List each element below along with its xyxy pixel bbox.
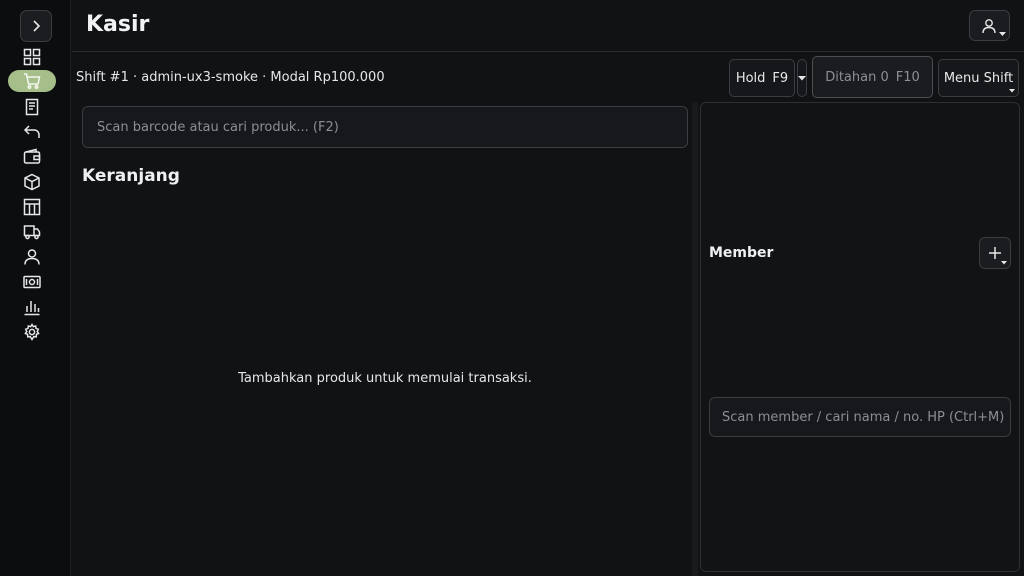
chevron-down-icon: [1001, 261, 1007, 265]
sidebar-item-retur[interactable]: [8, 121, 56, 143]
sidebar-item-laporan[interactable]: [8, 296, 56, 318]
chevron-down-icon: [999, 32, 1006, 36]
held-transactions-button[interactable]: Ditahan 0 F10: [812, 56, 933, 98]
user-icon: [981, 18, 996, 33]
pos-app: Kasir Shift #1 · admin-ux3-smoke · Modal…: [0, 0, 1024, 576]
product-search-input[interactable]: Scan barcode atau cari produk... (F2): [82, 106, 688, 148]
gear-icon: [24, 323, 40, 341]
sidebar-item-pengaturan[interactable]: [8, 321, 56, 343]
cash-icon: [23, 275, 41, 289]
sidebar-item-produk[interactable]: [8, 171, 56, 193]
sidebar: [0, 0, 71, 576]
dashboard-icon: [23, 48, 41, 66]
cart-icon: [24, 73, 41, 89]
held-label: Ditahan 0: [825, 69, 889, 85]
user-icon: [24, 249, 40, 265]
member-search-placeholder: Scan member / cari nama / no. HP (Ctrl+M…: [722, 409, 1005, 425]
wallet-icon: [23, 148, 41, 164]
sidebar-item-kasir[interactable]: [8, 70, 56, 92]
hold-button[interactable]: Hold F9: [729, 59, 795, 97]
shift-menu-label: Menu Shift: [943, 70, 1014, 86]
box-icon: [24, 173, 40, 191]
hold-dropdown-button[interactable]: [797, 59, 807, 97]
hold-shortcut: F9: [772, 70, 789, 86]
product-search-placeholder: Scan barcode atau cari produk... (F2): [97, 119, 339, 135]
member-title: Member: [709, 245, 774, 261]
sidebar-item-dashboard[interactable]: [8, 46, 56, 68]
chart-icon: [24, 301, 40, 316]
add-member-button[interactable]: [979, 237, 1011, 269]
receipt-icon: [25, 98, 39, 116]
page-title: Kasir: [86, 12, 150, 37]
user-menu-button[interactable]: [969, 10, 1010, 41]
sidebar-toggle-button[interactable]: [20, 10, 52, 42]
cart-title: Keranjang: [82, 166, 180, 186]
undo-icon: [23, 125, 40, 138]
chevron-down-icon: [1009, 89, 1015, 93]
truck-icon: [23, 225, 41, 240]
member-panel: Member Scan member / cari nama / no. HP …: [700, 102, 1020, 572]
held-shortcut: F10: [895, 69, 920, 85]
sidebar-item-tabel[interactable]: [8, 196, 56, 218]
panel-divider: [692, 102, 698, 576]
sidebar-item-pengiriman[interactable]: [8, 221, 56, 243]
sidebar-item-transaksi[interactable]: [8, 96, 56, 118]
shift-menu-button[interactable]: Menu Shift: [938, 59, 1019, 97]
member-search-input[interactable]: Scan member / cari nama / no. HP (Ctrl+M…: [709, 397, 1011, 437]
sidebar-item-pelanggan[interactable]: [8, 246, 56, 268]
chevron-down-icon: [798, 75, 806, 80]
plus-icon: [989, 247, 1001, 259]
hold-label: Hold: [735, 70, 766, 86]
sidebar-item-kas[interactable]: [8, 146, 56, 168]
table-icon: [23, 198, 41, 216]
cart-empty-message: Tambahkan produk untuk memulai transaksi…: [238, 371, 532, 386]
shift-info: Shift #1 · admin-ux3-smoke · Modal Rp100…: [76, 70, 385, 85]
chevron-right-icon: [33, 20, 41, 32]
top-header: Kasir: [72, 0, 1024, 52]
sidebar-item-keuangan[interactable]: [8, 271, 56, 293]
